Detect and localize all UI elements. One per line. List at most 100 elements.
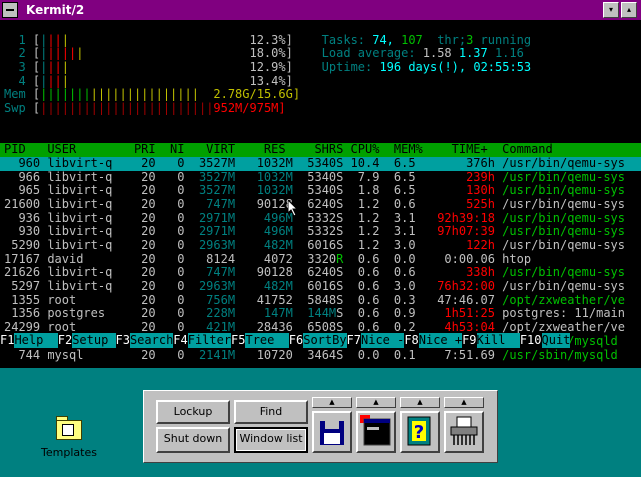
title-bar[interactable]: Kermit/2 ▾ ▴: [0, 0, 641, 20]
command: /opt/zxweather/ve: [502, 292, 625, 307]
stat-text: Load average:: [321, 46, 423, 61]
process-row[interactable]: 930 libvirt-q 20 0 2971M 496M 5332 S 1.2 3…: [0, 225, 641, 239]
column-header-user[interactable]: USER: [47, 142, 76, 157]
time: 47:46.07: [437, 292, 495, 307]
drawer-arrow-3[interactable]: ▲: [400, 397, 440, 408]
shr: 5340: [300, 155, 337, 170]
meter-bar: |: [90, 87, 98, 102]
res: 1032M: [249, 169, 293, 184]
window-menu-icon[interactable]: [2, 2, 18, 18]
stat-text: Tasks:: [321, 32, 373, 47]
fkey-f8[interactable]: F8: [404, 333, 419, 348]
fkey-label[interactable]: Kill: [476, 333, 520, 348]
column-header-ni[interactable]: NI: [170, 142, 184, 157]
process-row[interactable]: 960 libvirt-q 20 0 3527M 1032M 5340 S 10.4 …: [0, 155, 641, 171]
user: mysql: [47, 347, 84, 362]
fkey-label[interactable]: Tree: [245, 333, 289, 348]
drawer-arrow-2[interactable]: ▲: [356, 397, 396, 408]
column-header-res[interactable]: RES: [264, 142, 286, 157]
column-header-mem[interactable]: MEM%: [394, 142, 423, 157]
meter-bar: |: [97, 87, 106, 102]
column-header-time[interactable]: TIME+: [452, 142, 488, 157]
fkey-f6[interactable]: F6: [288, 333, 304, 348]
find-button[interactable]: Find: [234, 400, 308, 424]
fkey-f7[interactable]: F7: [346, 333, 361, 348]
minimize-button[interactable]: ▾: [603, 2, 619, 18]
column-header-command[interactable]: Command: [502, 142, 553, 157]
fkey-label[interactable]: SortBy: [303, 333, 347, 348]
column-header-virt[interactable]: VIRT: [206, 142, 235, 157]
shredder-icon[interactable]: [444, 411, 484, 453]
process-row[interactable]: 21626 libvirt-q 20 0 747M 90128 6240 S 0.6…: [0, 266, 641, 280]
column-header-shr[interactable]: SHR: [314, 142, 336, 157]
fkey-label[interactable]: Filter: [187, 333, 232, 348]
meter-value: 13.4%]: [249, 73, 293, 88]
maximize-button[interactable]: ▴: [621, 2, 637, 18]
fkey-f3[interactable]: F3: [115, 333, 130, 348]
terminal-area[interactable]: 1[| | | | 12.3%] Tasks: 74, 107 thr; 3 running…: [0, 20, 641, 368]
time: 525h: [437, 196, 495, 211]
meter-bar: |: [61, 46, 69, 61]
fkey-label[interactable]: Quit: [541, 333, 571, 348]
stat-text: 1.58: [422, 46, 452, 61]
process-row[interactable]: 965 libvirt-q 20 0 3527M 1032M 5340 S 1.8 …: [0, 184, 641, 198]
process-row[interactable]: 5297 libvirt-q 20 0 2963M 482M 6016 S 0.6 …: [0, 279, 641, 294]
virt: 747M: [191, 265, 236, 280]
process-row[interactable]: 1355 root 20 0 756M 41752 5848 S 0.6 0.3 47…: [0, 292, 641, 308]
pid: 5297: [4, 279, 41, 294]
column-header-cpu[interactable]: CPU%: [351, 142, 380, 157]
column-header-s[interactable]: S: [336, 142, 343, 157]
fkey-f5[interactable]: F5: [231, 333, 246, 348]
meter-bar: |: [68, 46, 77, 61]
templates-folder-icon[interactable]: [54, 414, 84, 440]
stat-text: 1.16: [494, 46, 524, 61]
command: /usr/sbin/mysqld: [502, 347, 618, 362]
lockup-button[interactable]: Lockup: [156, 400, 230, 424]
fkey-label[interactable]: Search: [129, 333, 174, 348]
cpu: 1.2: [350, 196, 380, 211]
column-header-pid[interactable]: PID: [4, 142, 26, 157]
process-row[interactable]: 17167 david 20 0 8124 4072 3320 R 0.6 0.0 …: [0, 252, 641, 267]
process-row[interactable]: 936 libvirt-q 20 0 2971M 496M 5332 S 1.2 3…: [0, 210, 641, 226]
fkey-f4[interactable]: F4: [173, 333, 188, 348]
fkey-f1[interactable]: F1: [0, 333, 15, 348]
ni: 0: [162, 210, 185, 225]
time: 7:51.69: [437, 347, 495, 362]
process-row[interactable]: 744 mysql 20 0 2141M 10720 3464 S 0.0 0.1 …: [0, 347, 641, 363]
shr: 6016: [300, 238, 337, 252]
drawer-arrow-1[interactable]: ▲: [312, 397, 352, 408]
fkey-label[interactable]: Nice -: [361, 333, 405, 348]
fkey-f2[interactable]: F2: [57, 333, 73, 348]
window-list-button[interactable]: Window list: [234, 427, 308, 453]
process-row[interactable]: 5290 libvirt-q 20 0 2963M 482M 6016 S 1.2 …: [0, 238, 641, 253]
state: S: [336, 210, 344, 225]
drive-a-icon[interactable]: [312, 411, 352, 453]
process-row[interactable]: 966 libvirt-q 20 0 3527M 1032M 5340 S 7.9 …: [0, 169, 641, 185]
user: libvirt-q: [47, 196, 113, 211]
fkey-label[interactable]: Nice +: [418, 333, 463, 348]
meter-bar: |: [61, 87, 69, 102]
shutdown-button[interactable]: Shut down: [156, 427, 230, 453]
meter-label: 4: [4, 73, 26, 88]
cpu: 10.4: [350, 155, 380, 170]
time: 130h: [437, 183, 495, 198]
fkey-label[interactable]: Help: [14, 333, 58, 348]
meter-bar: |: [61, 73, 69, 88]
process-table-header[interactable]: PID USER PRI NI VIRT RES SHR S CPU% MEM% TIME+ Comm…: [0, 142, 641, 157]
virt: 3527M: [191, 155, 236, 170]
mem: 3.0: [386, 238, 416, 252]
process-row[interactable]: 21600 libvirt-q 20 0 747M 90128 6240 S 1.2…: [0, 196, 641, 212]
drawer-arrow-4[interactable]: ▲: [444, 397, 484, 408]
res: 1032M: [249, 155, 293, 170]
shr: 5340: [300, 169, 337, 184]
help-icon[interactable]: ?: [400, 411, 440, 453]
templates-label[interactable]: Templates: [40, 446, 98, 459]
fkey-f9[interactable]: F9: [462, 333, 477, 348]
column-header-pri[interactable]: PRI: [134, 142, 156, 157]
os2-window-icon[interactable]: [356, 411, 396, 453]
fkey-f10[interactable]: F10: [519, 333, 542, 348]
command: postgres: 11/main: [502, 306, 625, 321]
shr: 144M: [300, 306, 337, 321]
process-row[interactable]: 1356 postgres 20 0 228M 147M 144M S 0.6 0.…: [0, 307, 641, 321]
fkey-label[interactable]: Setup: [72, 333, 116, 348]
